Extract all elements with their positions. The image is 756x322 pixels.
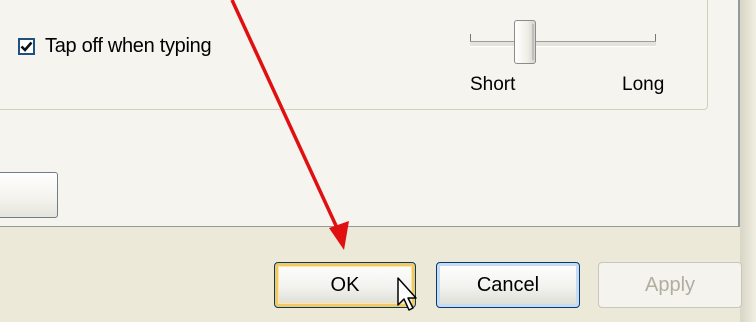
slider-max-label: Long bbox=[622, 74, 665, 95]
apply-button[interactable]: Apply bbox=[598, 262, 742, 308]
slider-thumb[interactable] bbox=[514, 20, 536, 64]
slider-min-label: Short bbox=[470, 74, 516, 95]
cancel-button[interactable]: Cancel bbox=[436, 262, 580, 308]
settings-panel: Tap off when typing Short Long bbox=[0, 0, 740, 227]
checkmark-icon bbox=[20, 41, 33, 52]
slider-track[interactable] bbox=[470, 41, 656, 47]
settings-button[interactable] bbox=[0, 172, 58, 218]
ok-button[interactable]: OK bbox=[274, 262, 416, 308]
slider-tick bbox=[655, 34, 656, 41]
tap-off-checkbox[interactable] bbox=[18, 37, 35, 55]
slider-tick bbox=[470, 34, 471, 41]
panel-edge bbox=[740, 0, 756, 322]
tap-off-label: Tap off when typing bbox=[45, 34, 212, 57]
tap-off-row[interactable]: Tap off when typing bbox=[18, 34, 212, 58]
duration-slider[interactable] bbox=[470, 14, 656, 68]
